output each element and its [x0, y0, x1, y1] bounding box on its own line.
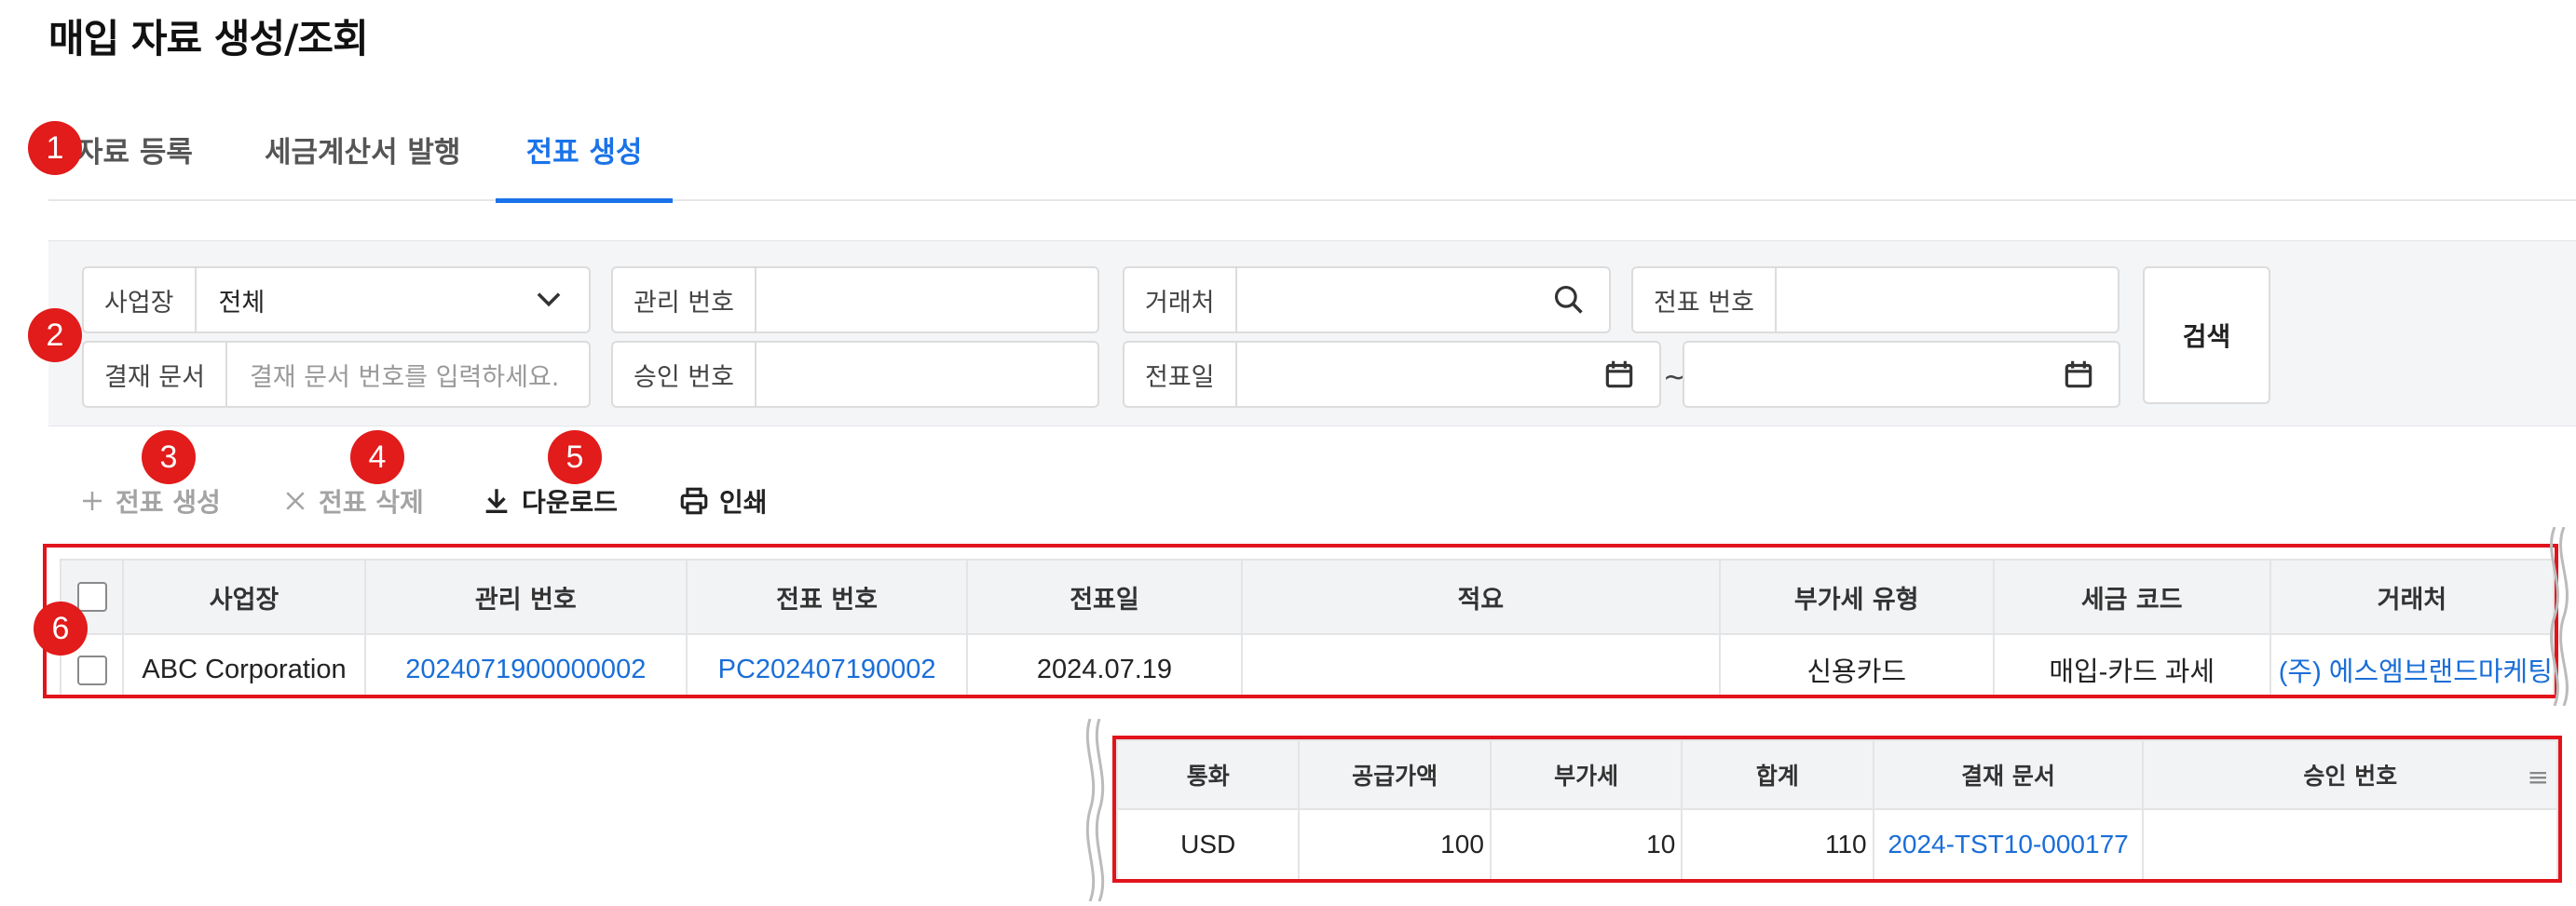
slip-no-field[interactable]: 전표 번호	[1631, 266, 2119, 333]
management-no-field[interactable]: 관리 번호	[611, 266, 1099, 333]
delete-slip-button[interactable]: 전표 삭제	[281, 482, 424, 520]
payment-doc-field[interactable]: 결재 문서 결재 문서 번호를 입력하세요.	[82, 341, 591, 408]
slip-no-label: 전표 번호	[1633, 268, 1777, 331]
annotation-badge: 3	[142, 430, 196, 484]
annotation-badge: 6	[34, 602, 88, 656]
approval-no-label: 승인 번호	[613, 343, 756, 406]
management-no-link[interactable]: 2024071900000002	[363, 633, 688, 695]
table-header-row: 사업장 관리 번호 전표 번호 전표일 적요 부가세 유형 세금 코드 거래처	[59, 559, 2555, 635]
vendor-label: 거래처	[1124, 268, 1237, 331]
annotation-badge: 1	[28, 121, 82, 175]
column-header[interactable]: 적요	[1240, 559, 1721, 635]
column-header[interactable]: 사업장	[122, 559, 366, 635]
slip-no-link[interactable]: PC202407190002	[686, 633, 969, 695]
slip-table-continued: 통화 공급가액 부가세 합계 결재 문서 승인 번호 ≡ USD 100 10 …	[1116, 739, 2558, 879]
tab-tax-invoice-issue[interactable]: 세금계산서 발행	[265, 128, 460, 199]
row-checkbox[interactable]	[76, 655, 107, 685]
column-header[interactable]: 관리 번호	[363, 559, 688, 635]
slip-date-from-field[interactable]: 전표일	[1123, 341, 1661, 408]
annotation-badge: 4	[350, 430, 404, 484]
column-header[interactable]: 전표일	[966, 559, 1243, 635]
search-icon[interactable]	[1551, 282, 1587, 318]
column-header[interactable]: 결재 문서	[1872, 739, 2145, 810]
grid-break-marker	[2550, 527, 2569, 706]
download-icon	[485, 489, 508, 514]
menu-icon[interactable]: ≡	[2528, 762, 2549, 792]
column-header[interactable]: 전표 번호	[686, 559, 969, 635]
slip-grid-continued: 통화 공급가액 부가세 합계 결재 문서 승인 번호 ≡ USD 100 10 …	[1112, 736, 2562, 883]
column-header[interactable]: 거래처	[2269, 559, 2555, 635]
column-header-label: 승인 번호	[2303, 763, 2398, 790]
column-header[interactable]: 부가세 유형	[1718, 559, 1995, 635]
select-all-checkbox[interactable]	[76, 582, 107, 613]
payment-doc-label: 결재 문서	[84, 343, 227, 406]
payment-doc-placeholder[interactable]: 결재 문서 번호를 입력하세요.	[250, 357, 559, 393]
table-header-row: 통화 공급가액 부가세 합계 결재 문서 승인 번호 ≡	[1116, 739, 2558, 810]
business-value: 전체	[218, 288, 266, 318]
vendor-link[interactable]: (주) 에스엠브랜드마케팅	[2269, 633, 2555, 695]
business-label: 사업장	[84, 268, 197, 331]
download-button[interactable]: 다운로드	[481, 482, 618, 520]
table-row[interactable]: USD 100 10 110 2024-TST10-000177	[1116, 808, 2558, 879]
approval-no-field[interactable]: 승인 번호	[611, 341, 1099, 408]
print-label: 인쇄	[719, 487, 768, 518]
print-button[interactable]: 인쇄	[678, 482, 768, 520]
column-header[interactable]: 합계	[1681, 739, 1874, 810]
search-button[interactable]: 검색	[2143, 266, 2270, 404]
total-cell: 110	[1681, 808, 1874, 879]
close-icon	[286, 492, 305, 510]
vat-cell: 10	[1489, 808, 1683, 879]
download-label: 다운로드	[522, 487, 619, 518]
column-header[interactable]: 공급가액	[1298, 739, 1492, 810]
tab-data-registration[interactable]: 자료 등록	[76, 128, 193, 199]
tax-code-cell: 매입-카드 과세	[1992, 633, 2271, 695]
description-cell	[1240, 633, 1721, 695]
supply-amount-cell: 100	[1298, 808, 1492, 879]
approval-no-cell	[2142, 808, 2558, 879]
vendor-field[interactable]: 거래처	[1123, 266, 1611, 333]
table-row[interactable]: ABC Corporation 2024071900000002 PC20240…	[59, 633, 2555, 695]
tab-slip-creation-label: 전표 생성	[525, 136, 643, 169]
tab-slip-creation[interactable]: 전표 생성	[496, 128, 673, 203]
currency-cell: USD	[1116, 808, 1301, 879]
slip-date-label: 전표일	[1124, 343, 1237, 406]
grid-break-marker	[1085, 719, 1105, 901]
column-header[interactable]: 세금 코드	[1992, 559, 2271, 635]
slip-table: 사업장 관리 번호 전표 번호 전표일 적요 부가세 유형 세금 코드 거래처 …	[59, 559, 2555, 695]
vat-type-cell: 신용카드	[1718, 633, 1995, 695]
delete-slip-label: 전표 삭제	[319, 487, 424, 518]
column-header[interactable]: 부가세	[1489, 739, 1683, 810]
slip-date-to-field[interactable]	[1683, 341, 2120, 408]
annotation-badge: 2	[28, 308, 82, 362]
payment-doc-link[interactable]: 2024-TST10-000177	[1872, 808, 2145, 879]
calendar-icon[interactable]	[1601, 357, 1637, 392]
annotation-badge: 5	[548, 430, 602, 484]
tab-bar: 자료 등록 세금계산서 발행 전표 생성	[48, 112, 2576, 203]
create-slip-label: 전표 생성	[116, 487, 221, 518]
slip-grid: 사업장 관리 번호 전표 번호 전표일 적요 부가세 유형 세금 코드 거래처 …	[43, 544, 2558, 698]
printer-icon	[680, 487, 708, 515]
column-header-approval[interactable]: 승인 번호 ≡	[2142, 739, 2558, 810]
calendar-icon[interactable]	[2061, 357, 2096, 392]
slip-date-cell: 2024.07.19	[966, 633, 1243, 695]
business-select[interactable]: 사업장 전체	[82, 266, 591, 333]
column-header[interactable]: 통화	[1116, 739, 1301, 810]
create-slip-button[interactable]: 전표 생성	[78, 482, 221, 520]
management-no-label: 관리 번호	[613, 268, 756, 331]
business-cell: ABC Corporation	[122, 633, 366, 695]
chevron-down-icon[interactable]	[531, 282, 566, 318]
page-title: 매입 자료 생성/조회	[48, 16, 369, 61]
plus-icon	[83, 492, 102, 510]
active-tab-indicator	[496, 198, 673, 203]
